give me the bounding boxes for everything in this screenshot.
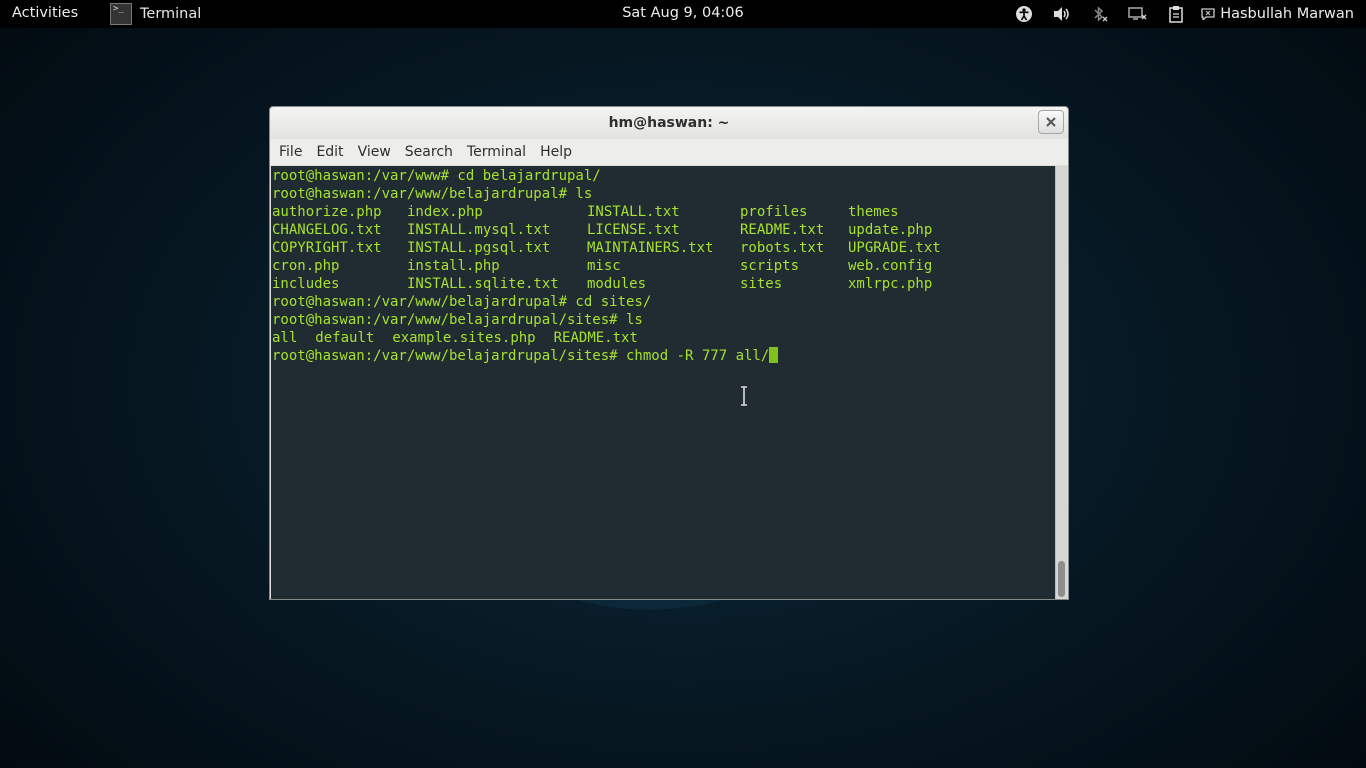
file-entry: update.php <box>848 222 933 238</box>
file-entry: sites <box>740 276 783 292</box>
window-titlebar[interactable]: hm@haswan: ~ <box>270 107 1068 139</box>
terminal-app-icon: >_ <box>110 3 132 25</box>
file-entry: themes <box>848 204 899 220</box>
accessibility-icon[interactable] <box>1013 0 1035 28</box>
current-command: root@haswan:/var/www/belajardrupal/sites… <box>272 348 770 364</box>
app-menu[interactable]: >_ Terminal <box>110 0 201 28</box>
chat-status-icon <box>1201 8 1215 20</box>
terminal-line: root@haswan:/var/www/belajardrupal# cd s… <box>272 294 652 310</box>
file-entry: INSTALL.mysql.txt <box>407 222 551 238</box>
menu-view[interactable]: View <box>351 144 398 160</box>
file-entry: LICENSE.txt <box>587 222 680 238</box>
system-tray: Hasbullah Marwan <box>1005 0 1366 28</box>
file-entry: CHANGELOG.txt <box>272 222 382 238</box>
file-entry: xmlrpc.php <box>848 276 933 292</box>
file-entry: README.txt <box>740 222 825 238</box>
scrollbar-thumb[interactable] <box>1058 561 1065 597</box>
window-title: hm@haswan: ~ <box>608 115 730 131</box>
file-entry: MAINTAINERS.txt <box>587 240 714 256</box>
file-entry: index.php <box>407 204 483 220</box>
file-entry: INSTALL.pgsql.txt <box>407 240 551 256</box>
bluetooth-disabled-icon[interactable] <box>1089 0 1111 28</box>
top-panel: Activities >_ Terminal Sat Aug 9, 04:06 … <box>0 0 1366 28</box>
file-entry: example.sites.php <box>392 330 536 346</box>
menu-edit[interactable]: Edit <box>309 144 350 160</box>
file-entry: authorize.php <box>272 204 382 220</box>
file-entry: scripts <box>740 258 800 274</box>
terminal-line: root@haswan:/var/www# cd belajardrupal/ <box>272 168 601 184</box>
user-menu[interactable]: Hasbullah Marwan <box>1201 6 1354 22</box>
file-entry: profiles <box>740 204 808 220</box>
file-entry: all <box>272 330 298 346</box>
ibeam-cursor-icon <box>741 386 747 406</box>
ls-output-sites: all default example.sites.php README.txt <box>272 329 1056 347</box>
network-disconnected-icon[interactable] <box>1127 0 1149 28</box>
menu-search[interactable]: Search <box>398 144 460 160</box>
ls-output-root: authorize.php index.php INSTALL.txt prof… <box>272 203 1056 293</box>
menu-terminal[interactable]: Terminal <box>460 144 533 160</box>
menu-help[interactable]: Help <box>533 144 579 160</box>
file-entry: INSTALL.sqlite.txt <box>407 276 559 292</box>
file-entry: install.php <box>407 258 500 274</box>
menu-file[interactable]: File <box>272 144 309 160</box>
file-entry: web.config <box>848 258 933 274</box>
terminal-output[interactable]: root@haswan:/var/www# cd belajardrupal/ … <box>271 166 1056 599</box>
file-entry: modules <box>587 276 647 292</box>
close-button[interactable] <box>1038 110 1064 134</box>
file-entry: README.txt <box>553 330 638 346</box>
terminal-line: root@haswan:/var/www/belajardrupal/sites… <box>272 312 643 328</box>
terminal-window: hm@haswan: ~ File Edit View Search Termi… <box>269 106 1069 600</box>
file-entry: misc <box>587 258 621 274</box>
file-entry: default <box>315 330 375 346</box>
volume-icon[interactable] <box>1051 0 1073 28</box>
close-icon <box>1046 117 1056 127</box>
file-entry: robots.txt <box>740 240 825 256</box>
command-prompt-line[interactable]: root@haswan:/var/www/belajardrupal/sites… <box>272 347 1056 365</box>
terminal-line: root@haswan:/var/www/belajardrupal# ls <box>272 186 593 202</box>
file-entry: UPGRADE.txt <box>848 240 941 256</box>
menu-bar: File Edit View Search Terminal Help <box>270 139 1068 165</box>
file-entry: includes <box>272 276 340 292</box>
file-entry: cron.php <box>272 258 340 274</box>
clipboard-icon[interactable] <box>1165 0 1187 28</box>
file-entry: INSTALL.txt <box>587 204 680 220</box>
terminal-scrollbar[interactable] <box>1055 166 1067 599</box>
app-menu-label: Terminal <box>140 6 202 22</box>
file-entry: COPYRIGHT.txt <box>272 240 382 256</box>
text-cursor <box>769 347 779 363</box>
activities-button[interactable]: Activities <box>12 5 78 21</box>
user-name: Hasbullah Marwan <box>1220 6 1354 22</box>
